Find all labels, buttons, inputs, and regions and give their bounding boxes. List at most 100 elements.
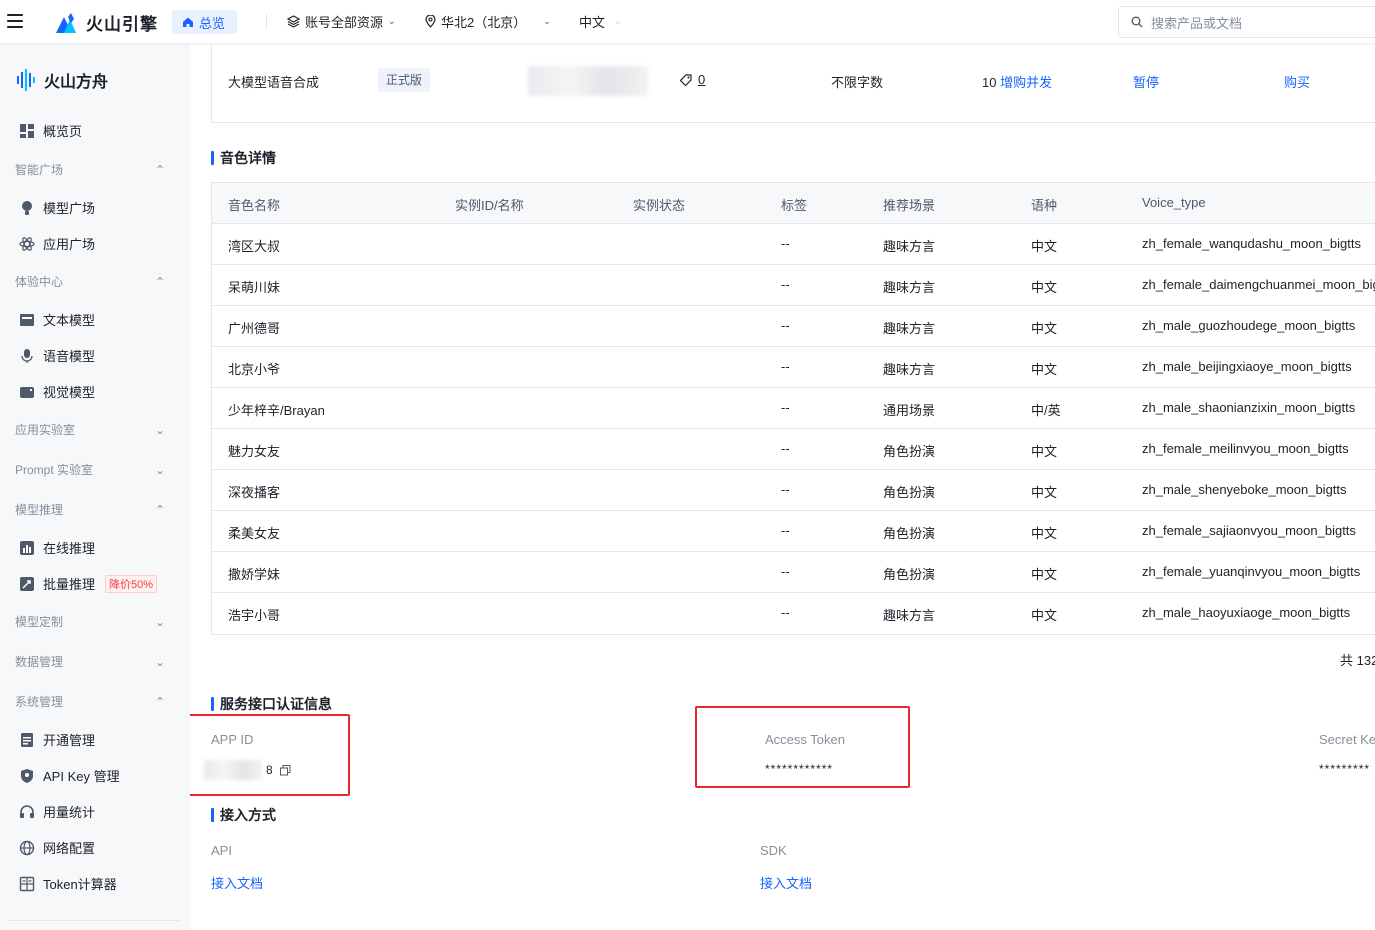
lightbulb-icon (18, 199, 35, 216)
concurrency-count: 10 (982, 75, 997, 90)
voice-table: 音色名称 实例ID/名称 实例状态 标签 推荐场景 语种 Voice_type … (211, 182, 1375, 635)
camera-icon (18, 383, 35, 400)
menu-icon[interactable] (7, 14, 23, 28)
concurrency: 10 增购并发 (982, 72, 1052, 91)
table-row: 深夜播客 -- 角色扮演 中文 zh_male_shenyeboke_moon_bigt… (212, 470, 1375, 511)
tag-icon (680, 73, 692, 86)
language-selector[interactable]: 中文 ⌄ (579, 12, 622, 31)
brand-name: 火山引擎 (86, 15, 158, 34)
sidebar-group-prompt-lab[interactable]: Prompt 实验室 ⌄ (15, 461, 165, 478)
voice-name: 柔美女友 (228, 526, 281, 541)
voice-type: zh_female_yuanqinvyou_moon_bigtts (1142, 564, 1361, 579)
voice-language: 中文 (1031, 485, 1058, 500)
buy-concurrency-link[interactable]: 增购并发 (1000, 75, 1052, 90)
chevron-down-icon: ⌄ (543, 16, 551, 26)
column-header: 标签 (781, 198, 808, 213)
product-title[interactable]: 火山方舟 (16, 68, 108, 92)
voice-scene: 角色扮演 (883, 444, 936, 459)
table-row: 大模型语音合成 正式版 0 不限字数 10 增购并发 暂停 购买 (212, 60, 1375, 100)
voice-name: 浩宇小哥 (228, 608, 281, 623)
column-header: 实例ID/名称 (455, 198, 524, 213)
table-row: 湾区大叔 -- 趣味方言 中文 zh_female_wanqudashu_moon_bi… (212, 224, 1375, 265)
sidebar-group-app-lab[interactable]: 应用实验室 ⌄ (15, 421, 165, 438)
discount-badge: 降价50% (105, 574, 158, 593)
sidebar-item-activation[interactable]: 开通管理 (18, 730, 95, 749)
voice-name: 深夜播客 (228, 485, 281, 500)
voice-scene: 角色扮演 (883, 526, 936, 541)
voice-name: 湾区大叔 (228, 239, 281, 254)
sidebar-item-usage[interactable]: 用量统计 (18, 802, 95, 821)
voice-tag: -- (781, 236, 790, 251)
sidebar-item-label: 语音模型 (43, 349, 96, 364)
voice-type: zh_male_haoyuxiaoge_moon_bigtts (1142, 605, 1351, 620)
buy-link[interactable]: 购买 (1284, 72, 1310, 91)
sdk-docs-link[interactable]: 接入文档 (760, 873, 812, 892)
voice-type: zh_male_beijingxiaoye_moon_bigtts (1142, 359, 1352, 374)
sidebar-group-system[interactable]: 系统管理 ⌃ (15, 693, 165, 710)
sidebar-item-label: 批量推理 (43, 577, 96, 592)
sidebar-item-label: 应用广场 (43, 237, 96, 252)
pause-link[interactable]: 暂停 (1133, 72, 1159, 91)
sdk-label: SDK (760, 843, 787, 858)
sidebar-item-app-square[interactable]: 应用广场 (18, 234, 95, 253)
voice-name: 少年梓辛/Brayan (228, 403, 325, 418)
main-content: 大模型语音合成 正式版 0 不限字数 10 增购并发 暂停 购买 音色详情 音色… (190, 44, 1375, 930)
region-label: 华北2（北京） (441, 15, 527, 30)
voice-type: zh_male_shaonianzixin_moon_bigtts (1142, 400, 1356, 415)
voice-type: zh_male_guozhoudege_moon_bigtts (1142, 318, 1356, 333)
sidebar-item-vision-model[interactable]: 视觉模型 (18, 382, 95, 401)
voice-type: zh_female_meilinvyou_moon_bigtts (1142, 441, 1349, 456)
clipboard-icon (18, 731, 35, 748)
voice-scene: 趣味方言 (883, 280, 936, 295)
sidebar-item-voice-model[interactable]: 语音模型 (18, 346, 95, 365)
home-icon (183, 17, 193, 27)
voice-tag: -- (781, 359, 790, 374)
sidebar-item-label: 用量统计 (43, 805, 96, 820)
voice-tag: -- (781, 523, 790, 538)
tab-overview[interactable]: 总览 (172, 10, 238, 34)
tag-count: 0 (698, 72, 706, 87)
sidebar-item-network[interactable]: 网络配置 (18, 838, 95, 857)
region-selector[interactable]: 华北2（北京） ⌄ (425, 12, 551, 31)
sidebar-item-label: 文本模型 (43, 313, 96, 328)
table-row: 浩宇小哥 -- 趣味方言 中文 zh_male_haoyuxiaoge_moon_big… (212, 593, 1375, 634)
chevron-up-icon: ⌃ (154, 502, 165, 517)
bar-chart-icon (18, 539, 35, 556)
column-header: 实例状态 (633, 198, 686, 213)
divider (8, 920, 180, 921)
tag-editor[interactable]: 0 (680, 72, 705, 87)
table-header: 音色名称 实例ID/名称 实例状态 标签 推荐场景 语种 Voice_type (212, 183, 1375, 224)
sidebar-item-text-model[interactable]: 文本模型 (18, 310, 95, 329)
section-title-voices: 音色详情 (211, 148, 276, 168)
account-selector[interactable]: 账号全部资源 ⌄ (287, 12, 396, 31)
product-name: 火山方舟 (44, 74, 109, 91)
voice-tag: -- (781, 441, 790, 456)
table-row: 撒娇学妹 -- 角色扮演 中文 zh_female_yuanqinvyou_moon_b… (212, 552, 1375, 593)
sidebar-item-batch-inference[interactable]: 批量推理 降价50% (18, 574, 158, 593)
sidebar-item-api-key[interactable]: API Key 管理 (18, 766, 120, 785)
sidebar-item-token-calculator[interactable]: Token计算器 (18, 874, 117, 893)
sidebar-item-overview[interactable]: 概览页 (18, 121, 82, 140)
section-title-text: 服务接口认证信息 (220, 696, 332, 712)
voice-scene: 角色扮演 (883, 485, 936, 500)
api-docs-link[interactable]: 接入文档 (211, 873, 263, 892)
sidebar-group-inference[interactable]: 模型推理 ⌃ (15, 501, 165, 518)
sidebar-group-custom[interactable]: 模型定制 ⌄ (15, 613, 165, 630)
sidebar-group-data[interactable]: 数据管理 ⌄ (15, 653, 165, 670)
voice-language: 中文 (1031, 362, 1058, 377)
sidebar-group-label: 模型定制 (15, 615, 64, 629)
chevron-down-icon: ⌄ (154, 654, 165, 669)
brand-logo[interactable]: 火山引擎 (56, 10, 158, 35)
sidebar-item-label: API Key 管理 (43, 769, 120, 784)
shield-icon (18, 767, 35, 784)
sidebar-group-experience[interactable]: 体验中心 ⌃ (15, 273, 165, 290)
sidebar-group-smart[interactable]: 智能广场 ⌃ (15, 161, 165, 178)
sidebar-item-label: 概览页 (43, 124, 83, 139)
search-input[interactable]: 搜索产品或文档 (1118, 6, 1375, 38)
sidebar-item-online-inference[interactable]: 在线推理 (18, 538, 95, 557)
sidebar-item-model-square[interactable]: 模型广场 (18, 198, 95, 217)
service-table: 大模型语音合成 正式版 0 不限字数 10 增购并发 暂停 购买 (211, 44, 1375, 123)
voice-language: 中文 (1031, 526, 1058, 541)
sidebar-group-label: 智能广场 (15, 163, 64, 177)
redacted-instance (528, 66, 648, 99)
